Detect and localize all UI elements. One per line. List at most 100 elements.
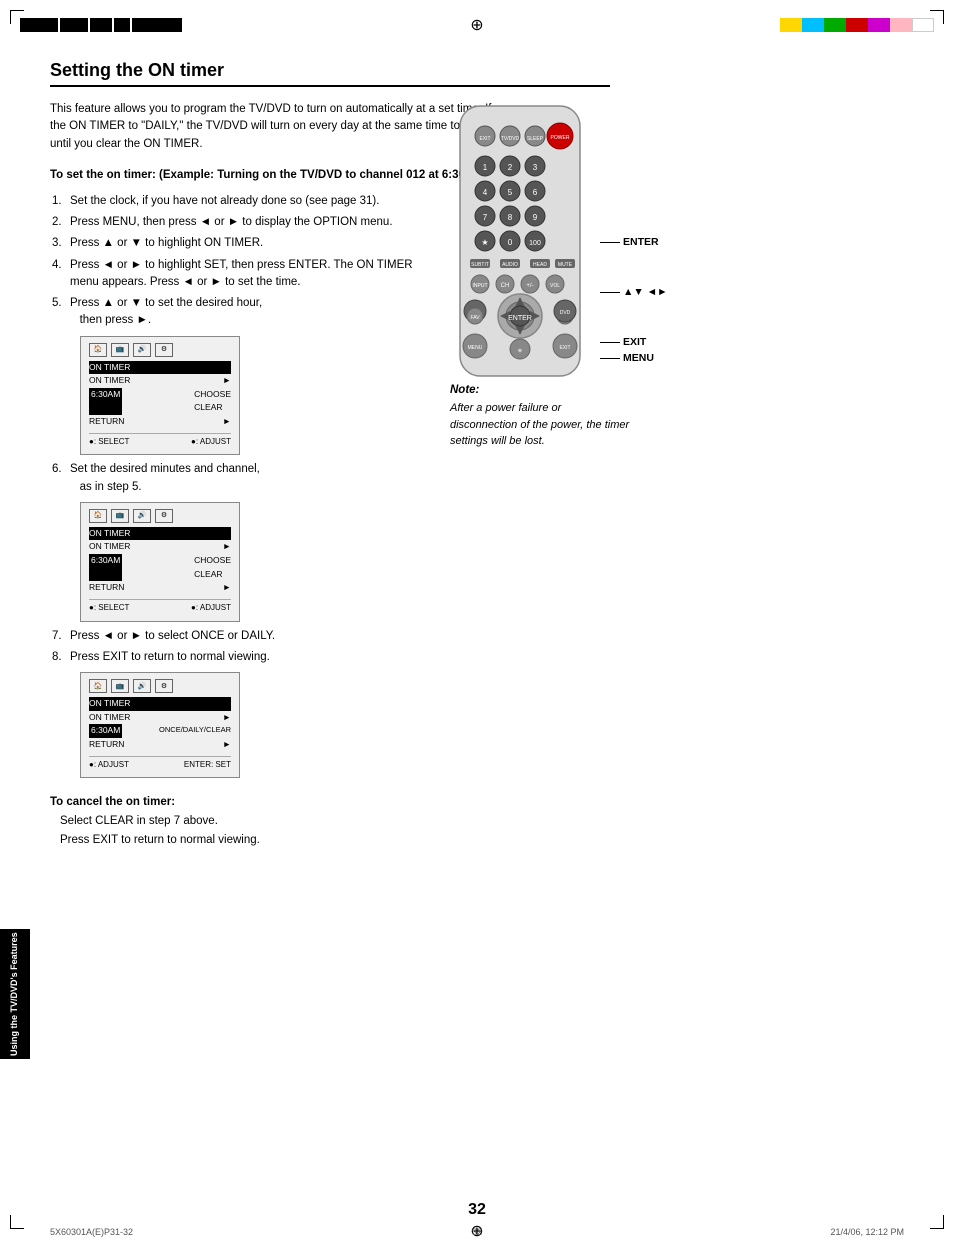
screen-1: 🏠 📺 🔊 ⚙ ON TIMER ON TIMER ► 6:30AM CHOOS…	[80, 336, 240, 456]
exit-label: EXIT	[623, 336, 646, 348]
icon-3-1: 🏠	[89, 679, 107, 693]
step-6: 6. Set the desired minutes and channel, …	[50, 461, 430, 496]
color-yellow	[780, 18, 802, 32]
exit-annotation: EXIT	[600, 336, 670, 348]
icon-2-1: 🏠	[89, 509, 107, 523]
cancel-text-1: Select CLEAR in step 7 above.Press EXIT …	[50, 812, 470, 849]
icon-3-4: ⚙	[155, 679, 173, 693]
icon-4: ⚙	[155, 343, 173, 357]
color-pink	[890, 18, 912, 32]
step-3-text: Press ▲ or ▼ to highlight ON TIMER.	[70, 237, 263, 249]
note-box: Note: After a power failure or disconnec…	[450, 384, 630, 450]
remote-column: EXIT TV/DVD SLEEP POWER 1 2 3 4 5 6	[450, 101, 670, 849]
menu-label: MENU	[623, 352, 654, 364]
svg-text:9: 9	[533, 213, 538, 222]
top-crosshair: ⊕	[467, 15, 487, 35]
svg-text:4: 4	[483, 188, 488, 197]
svg-text:2: 2	[508, 163, 513, 172]
footer-right: 21/4/06, 12:12 PM	[830, 1227, 904, 1237]
svg-text:INPUT: INPUT	[473, 283, 488, 289]
color-green	[824, 18, 846, 32]
icon-3: 🔊	[133, 343, 151, 357]
screen-1-footer: ●: SELECT ●: ADJUST	[89, 433, 231, 449]
enter-label: ENTER	[623, 236, 659, 248]
content-layout: This feature allows you to program the T…	[50, 101, 904, 849]
icon-3-3: 🔊	[133, 679, 151, 693]
step-1: 1. Set the clock, if you have not alread…	[50, 193, 430, 210]
enter-annotation: ENTER	[600, 236, 670, 248]
svg-text:100: 100	[529, 240, 541, 247]
svg-text:POWER: POWER	[551, 135, 570, 141]
cancel-section: To cancel the on timer: Select CLEAR in …	[50, 796, 470, 849]
svg-text:EXIT: EXIT	[559, 345, 570, 351]
step-7-text: Press ◄ or ► to select ONCE or DAILY.	[70, 630, 275, 642]
screen-1-row1: ON TIMER ►	[89, 374, 231, 388]
svg-text:8: 8	[508, 213, 513, 222]
svg-text:3: 3	[533, 163, 538, 172]
arrows-line	[600, 292, 620, 293]
svg-text:TV/DVD: TV/DVD	[501, 136, 520, 142]
main-content: Setting the ON timer This feature allows…	[50, 60, 904, 1209]
svg-text:★: ★	[481, 238, 488, 247]
side-tab: Using the TV/DVD's Features	[0, 929, 30, 1059]
screen-1-row2: 6:30AM CHOOSECLEAR	[89, 388, 231, 415]
enter-line	[600, 242, 620, 243]
svg-text:0: 0	[508, 238, 513, 247]
color-magenta	[868, 18, 890, 32]
screen-3-row1: ON TIMER ►	[89, 711, 231, 725]
svg-text:+/-: +/-	[526, 283, 533, 289]
step-1-text: Set the clock, if you have not already d…	[70, 195, 379, 207]
step-5-text: Press ▲ or ▼ to set the desired hour, th…	[70, 297, 262, 326]
color-cyan	[802, 18, 824, 32]
step-7: 7. Press ◄ or ► to select ONCE or DAILY.	[50, 628, 430, 645]
footer-left: 5X60301A(E)P31-32	[50, 1227, 133, 1237]
svg-text:VOL: VOL	[550, 283, 560, 289]
black-block-5	[132, 18, 182, 32]
svg-text:EXIT: EXIT	[479, 136, 490, 142]
black-block-1	[20, 18, 58, 32]
icon-2-2: 📺	[111, 509, 129, 523]
screen-3-icons: 🏠 📺 🔊 ⚙	[89, 679, 231, 693]
step-2: 2. Press MENU, then press ◄ or ► to disp…	[50, 214, 430, 231]
svg-text:AUDIO: AUDIO	[502, 262, 518, 268]
svg-text:⊕: ⊕	[518, 348, 522, 354]
corner-bl	[10, 1215, 24, 1229]
cancel-heading: To cancel the on timer:	[50, 796, 470, 808]
page-number: 32	[468, 1201, 486, 1219]
screen-1-row-title: ON TIMER	[89, 361, 231, 375]
side-tab-text: Using the TV/DVD's Features	[9, 932, 21, 1056]
screen-3-row3: RETURN ►	[89, 738, 231, 752]
footer-center: 32	[472, 1227, 482, 1237]
step-4-text: Press ◄ or ► to highlight SET, then pres…	[70, 259, 413, 288]
svg-text:1: 1	[483, 163, 488, 172]
svg-text:ENTER: ENTER	[508, 315, 532, 322]
step-3: 3. Press ▲ or ▼ to highlight ON TIMER.	[50, 235, 430, 252]
svg-text:FAV: FAV	[470, 315, 480, 321]
top-color-bar	[780, 18, 934, 32]
screen-1-icons: 🏠 📺 🔊 ⚙	[89, 343, 231, 357]
svg-text:HEAD: HEAD	[533, 262, 547, 268]
arrows-label: ▲▼ ◄►	[623, 286, 668, 298]
svg-text:MUTE: MUTE	[558, 262, 573, 268]
step-5: 5. Press ▲ or ▼ to set the desired hour,…	[50, 295, 430, 330]
page-title: Setting the ON timer	[50, 60, 610, 87]
screen-2-row-title: ON TIMER	[89, 527, 231, 541]
top-black-bar	[20, 18, 182, 32]
color-white	[912, 18, 934, 32]
remote-control-svg: EXIT TV/DVD SLEEP POWER 1 2 3 4 5 6	[450, 101, 615, 391]
menu-annotation: MENU	[600, 352, 670, 364]
svg-text:SUBTIT: SUBTIT	[471, 262, 489, 268]
color-red	[846, 18, 868, 32]
exit-line	[600, 342, 620, 343]
icon-3-2: 📺	[111, 679, 129, 693]
screen-3: 🏠 📺 🔊 ⚙ ON TIMER ON TIMER ► 6:30AM ONCE/…	[80, 672, 240, 778]
step-6-text: Set the desired minutes and channel, as …	[70, 463, 260, 492]
svg-text:5: 5	[508, 188, 513, 197]
screen-3-row2: 6:30AM ONCE/DAILY/CLEAR	[89, 724, 231, 738]
screen-2-footer: ●: SELECT ●: ADJUST	[89, 599, 231, 615]
svg-text:MENU: MENU	[468, 345, 483, 351]
annotations: ENTER ▲▼ ◄► EXIT MENU	[600, 121, 670, 364]
arrows-annotation: ▲▼ ◄►	[600, 286, 670, 298]
step-8: 8. Press EXIT to return to normal viewin…	[50, 649, 430, 666]
screen-1-row3: RETURN ►	[89, 415, 231, 429]
